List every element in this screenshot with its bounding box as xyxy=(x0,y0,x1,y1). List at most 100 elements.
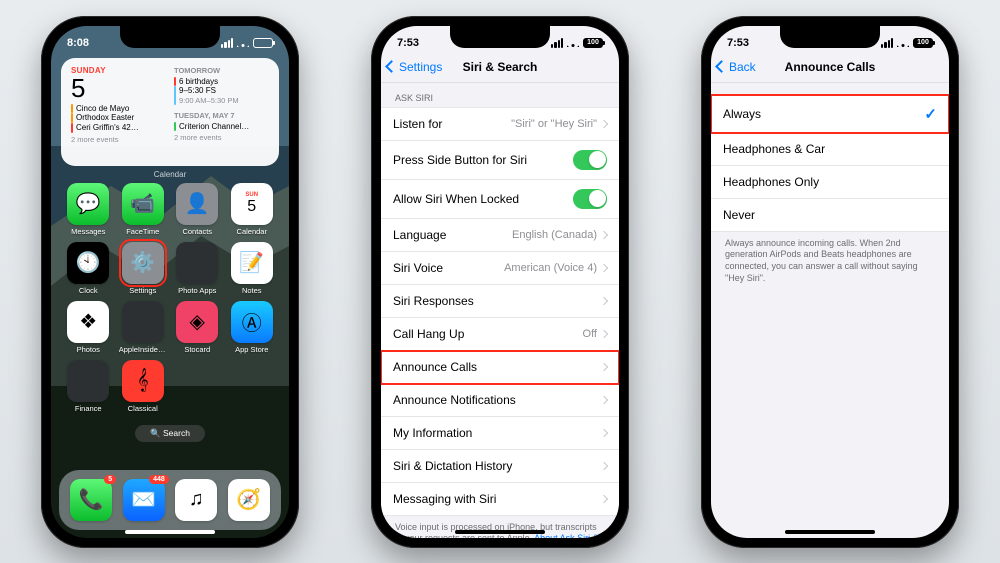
chevron-right-icon xyxy=(600,428,608,436)
app-label: Classical xyxy=(128,404,158,413)
row-announce-notifications[interactable]: Announce Notifications xyxy=(381,384,619,417)
row-value: "Siri" or "Hey Siri" xyxy=(511,118,597,130)
row-value: Off xyxy=(583,328,597,340)
row-label: Never xyxy=(723,208,755,222)
calendar-widget[interactable]: SUNDAY 5 Cinco de MayoOrthodox EasterCer… xyxy=(61,58,279,166)
row-label: Always xyxy=(723,107,761,121)
option-always[interactable]: Always✓ xyxy=(711,95,949,133)
chevron-right-icon xyxy=(600,395,608,403)
row-label: Announce Calls xyxy=(393,360,477,374)
nav-bar: Settings Siri & Search xyxy=(381,54,619,83)
calendar-icon: SUN5 xyxy=(231,183,273,225)
option-never[interactable]: Never xyxy=(711,199,949,232)
app-label: Photos xyxy=(77,345,100,354)
app-label: Finance xyxy=(75,404,102,413)
widget-more-tue: 2 more events xyxy=(174,133,269,142)
phone-home: 8:08 SUNDAY 5 Cinco de MayoOrthodox East… xyxy=(41,16,299,548)
dock-phone[interactable]: 📞5 xyxy=(70,479,112,521)
chevron-right-icon xyxy=(600,461,608,469)
toggle[interactable] xyxy=(573,189,607,209)
row-label: Announce Notifications xyxy=(393,393,516,407)
row-press-side-button-for-siri[interactable]: Press Side Button for Siri xyxy=(381,141,619,180)
clock: 7:53 xyxy=(727,37,749,49)
dock: 📞5 ✉️448♫ 🧭 xyxy=(59,470,281,530)
wifi-icon xyxy=(237,38,249,47)
option-headphones-only[interactable]: Headphones Only xyxy=(711,166,949,199)
row-listen-for[interactable]: Listen for"Siri" or "Hey Siri" xyxy=(381,107,619,141)
app-app-store[interactable]: ⒶApp Store xyxy=(227,301,278,354)
notes-icon: 📝 xyxy=(231,242,273,284)
row-messaging-with-siri[interactable]: Messaging with Siri xyxy=(381,483,619,516)
app-messages[interactable]: 💬Messages xyxy=(63,183,114,236)
calendar-event: Criterion Channel… xyxy=(174,122,269,132)
app-settings[interactable]: ⚙️Settings xyxy=(118,242,169,295)
facetime-icon: 📹 xyxy=(122,183,164,225)
app-photo-apps[interactable]: Photo Apps xyxy=(172,242,223,295)
home-indicator[interactable] xyxy=(125,530,215,534)
classical-icon: 𝄞 xyxy=(122,360,164,402)
chevron-right-icon xyxy=(600,494,608,502)
row-siri-responses[interactable]: Siri Responses xyxy=(381,285,619,318)
row-call-hang-up[interactable]: Call Hang UpOff xyxy=(381,318,619,351)
clock-icon: 🕙 xyxy=(67,242,109,284)
widget-tue: TUESDAY, MAY 7 xyxy=(174,111,269,120)
row-label: Allow Siri When Locked xyxy=(393,192,519,206)
battery-icon: 100 xyxy=(913,38,933,48)
calendar-event: 9–5:30 FS9:00 AM–5:30 PM xyxy=(174,86,269,105)
row-siri-dictation-history[interactable]: Siri & Dictation History xyxy=(381,450,619,483)
widget-more: 2 more events xyxy=(71,135,166,144)
row-label: Siri & Dictation History xyxy=(393,459,512,473)
row-value: English (Canada) xyxy=(512,229,597,241)
footer-note: Voice input is processed on iPhone, but … xyxy=(381,516,619,538)
app-label: Photo Apps xyxy=(178,286,216,295)
dock-safari[interactable]: 🧭 xyxy=(228,479,270,521)
app-stocard[interactable]: ◈Stocard xyxy=(172,301,223,354)
row-siri-voice[interactable]: Siri VoiceAmerican (Voice 4) xyxy=(381,252,619,285)
cell-signal-icon xyxy=(881,38,893,48)
app-classical[interactable]: 𝄞 Classical xyxy=(118,360,169,413)
app-finance[interactable]: Finance xyxy=(63,360,114,413)
app-facetime[interactable]: 📹FaceTime xyxy=(118,183,169,236)
row-label: Headphones & Car xyxy=(723,142,825,156)
cell-signal-icon xyxy=(551,38,563,48)
nav-bar: Back Announce Calls xyxy=(711,54,949,83)
dock-music[interactable]: ♫ xyxy=(175,479,217,521)
row-announce-calls[interactable]: Announce Calls xyxy=(381,351,619,384)
widget-caption: Calendar xyxy=(51,170,289,179)
section-header: ASK SIRI xyxy=(381,83,619,107)
home-indicator[interactable] xyxy=(455,530,545,534)
row-language[interactable]: LanguageEnglish (Canada) xyxy=(381,219,619,252)
nav-title: Announce Calls xyxy=(785,60,876,74)
app-grid: 💬Messages📹FaceTime👤ContactsSUN5Calendar 🕙… xyxy=(51,179,289,413)
app-label: Contacts xyxy=(182,227,212,236)
footer-note: Always announce incoming calls. When 2nd… xyxy=(711,232,949,291)
phone-announce-calls: 7:53 100 Back Announce Calls Always✓ Head… xyxy=(701,16,959,548)
toggle[interactable] xyxy=(573,150,607,170)
row-allow-siri-when-locked[interactable]: Allow Siri When Locked xyxy=(381,180,619,219)
home-indicator[interactable] xyxy=(785,530,875,534)
battery-icon: 100 xyxy=(583,38,603,48)
stocard-icon: ◈ xyxy=(176,301,218,343)
phone-siri-settings: 7:53 100 Settings Siri & Search ASK SIRI… xyxy=(371,16,629,548)
appleinsider/sj-icon xyxy=(122,301,164,343)
back-button[interactable]: Back xyxy=(717,60,756,74)
app-appleinsider-sj[interactable]: AppleInsider/SJ xyxy=(118,301,169,354)
row-label: Siri Voice xyxy=(393,261,443,275)
photos-icon: ❖ xyxy=(67,301,109,343)
app-calendar[interactable]: SUN5Calendar xyxy=(227,183,278,236)
row-label: My Information xyxy=(393,426,472,440)
spotlight-search[interactable]: 🔍 Search xyxy=(135,425,205,442)
chevron-right-icon xyxy=(600,230,608,238)
app-label: Messages xyxy=(71,227,105,236)
app-photos[interactable]: ❖ Photos xyxy=(63,301,114,354)
app-contacts[interactable]: 👤Contacts xyxy=(172,183,223,236)
nav-title: Siri & Search xyxy=(463,60,538,74)
settings-icon: ⚙️ xyxy=(122,242,164,284)
row-my-information[interactable]: My Information xyxy=(381,417,619,450)
app-notes[interactable]: 📝Notes xyxy=(227,242,278,295)
app-clock[interactable]: 🕙Clock xyxy=(63,242,114,295)
dock-mail[interactable]: ✉️448 xyxy=(123,479,165,521)
app-label: App Store xyxy=(235,345,268,354)
option-headphones-car[interactable]: Headphones & Car xyxy=(711,133,949,166)
back-button[interactable]: Settings xyxy=(387,60,442,74)
